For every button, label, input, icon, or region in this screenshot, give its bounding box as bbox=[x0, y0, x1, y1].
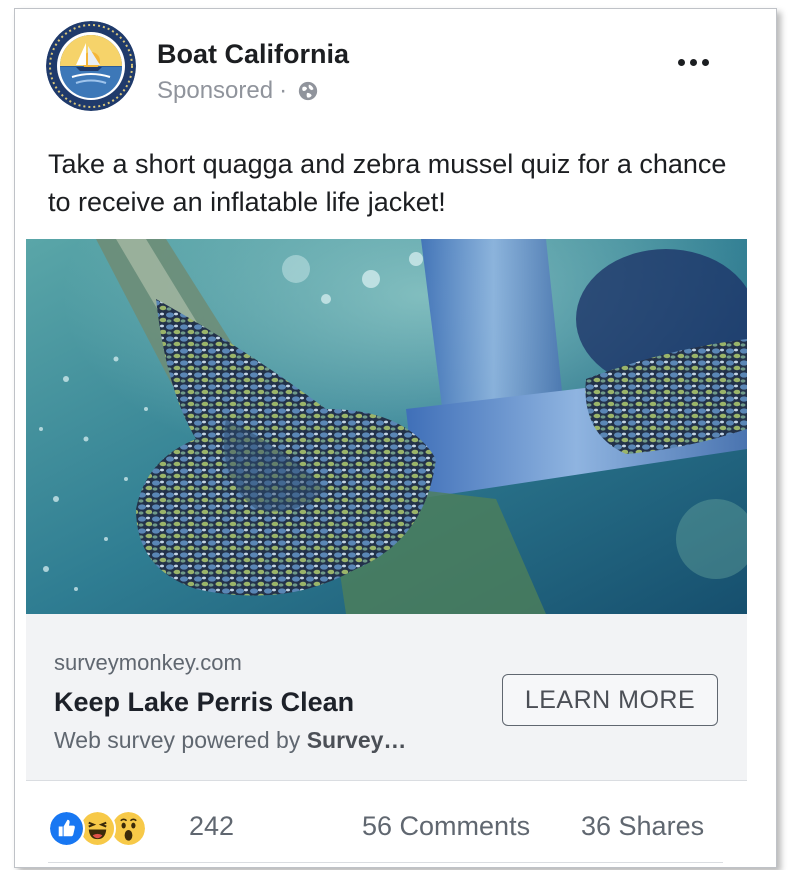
link-description: Web survey powered by Survey… bbox=[54, 727, 406, 754]
boat-california-logo-icon bbox=[46, 21, 136, 111]
reaction-icons[interactable] bbox=[48, 810, 147, 847]
like-icon bbox=[48, 810, 85, 847]
learn-more-button[interactable]: LEARN MORE bbox=[502, 674, 718, 726]
reaction-count[interactable]: 242 bbox=[189, 811, 234, 842]
more-options-icon bbox=[701, 58, 709, 66]
post-meta: Sponsored · bbox=[157, 77, 319, 105]
link-title[interactable]: Keep Lake Perris Clean bbox=[54, 687, 354, 718]
ad-image-illustration bbox=[26, 239, 747, 614]
link-description-bold: Survey… bbox=[306, 727, 407, 753]
more-options-button[interactable] bbox=[665, 47, 721, 77]
underwater-propeller-mussels-image[interactable] bbox=[26, 239, 747, 614]
more-options-icon bbox=[677, 58, 685, 66]
comments-link[interactable]: 56 Comments bbox=[362, 811, 530, 842]
page-avatar[interactable] bbox=[46, 21, 136, 111]
link-domain: surveymonkey.com bbox=[54, 650, 242, 675]
page-name-link[interactable]: Boat California bbox=[157, 39, 349, 70]
shares-link[interactable]: 36 Shares bbox=[581, 811, 704, 842]
globe-icon[interactable] bbox=[297, 80, 319, 102]
link-description-prefix: Web survey powered by bbox=[54, 727, 301, 753]
engagement-bar: 242 56 Comments 36 Shares bbox=[48, 807, 728, 847]
divider bbox=[48, 862, 723, 863]
link-preview[interactable]: surveymonkey.com Keep Lake Perris Clean … bbox=[26, 614, 747, 781]
post-text: Take a short quagga and zebra mussel qui… bbox=[48, 149, 727, 217]
more-options-icon bbox=[689, 58, 697, 66]
sponsored-post-card: Boat California Sponsored · Take a short… bbox=[14, 8, 777, 868]
sponsored-label[interactable]: Sponsored bbox=[157, 77, 273, 105]
meta-separator: · bbox=[279, 77, 288, 104]
